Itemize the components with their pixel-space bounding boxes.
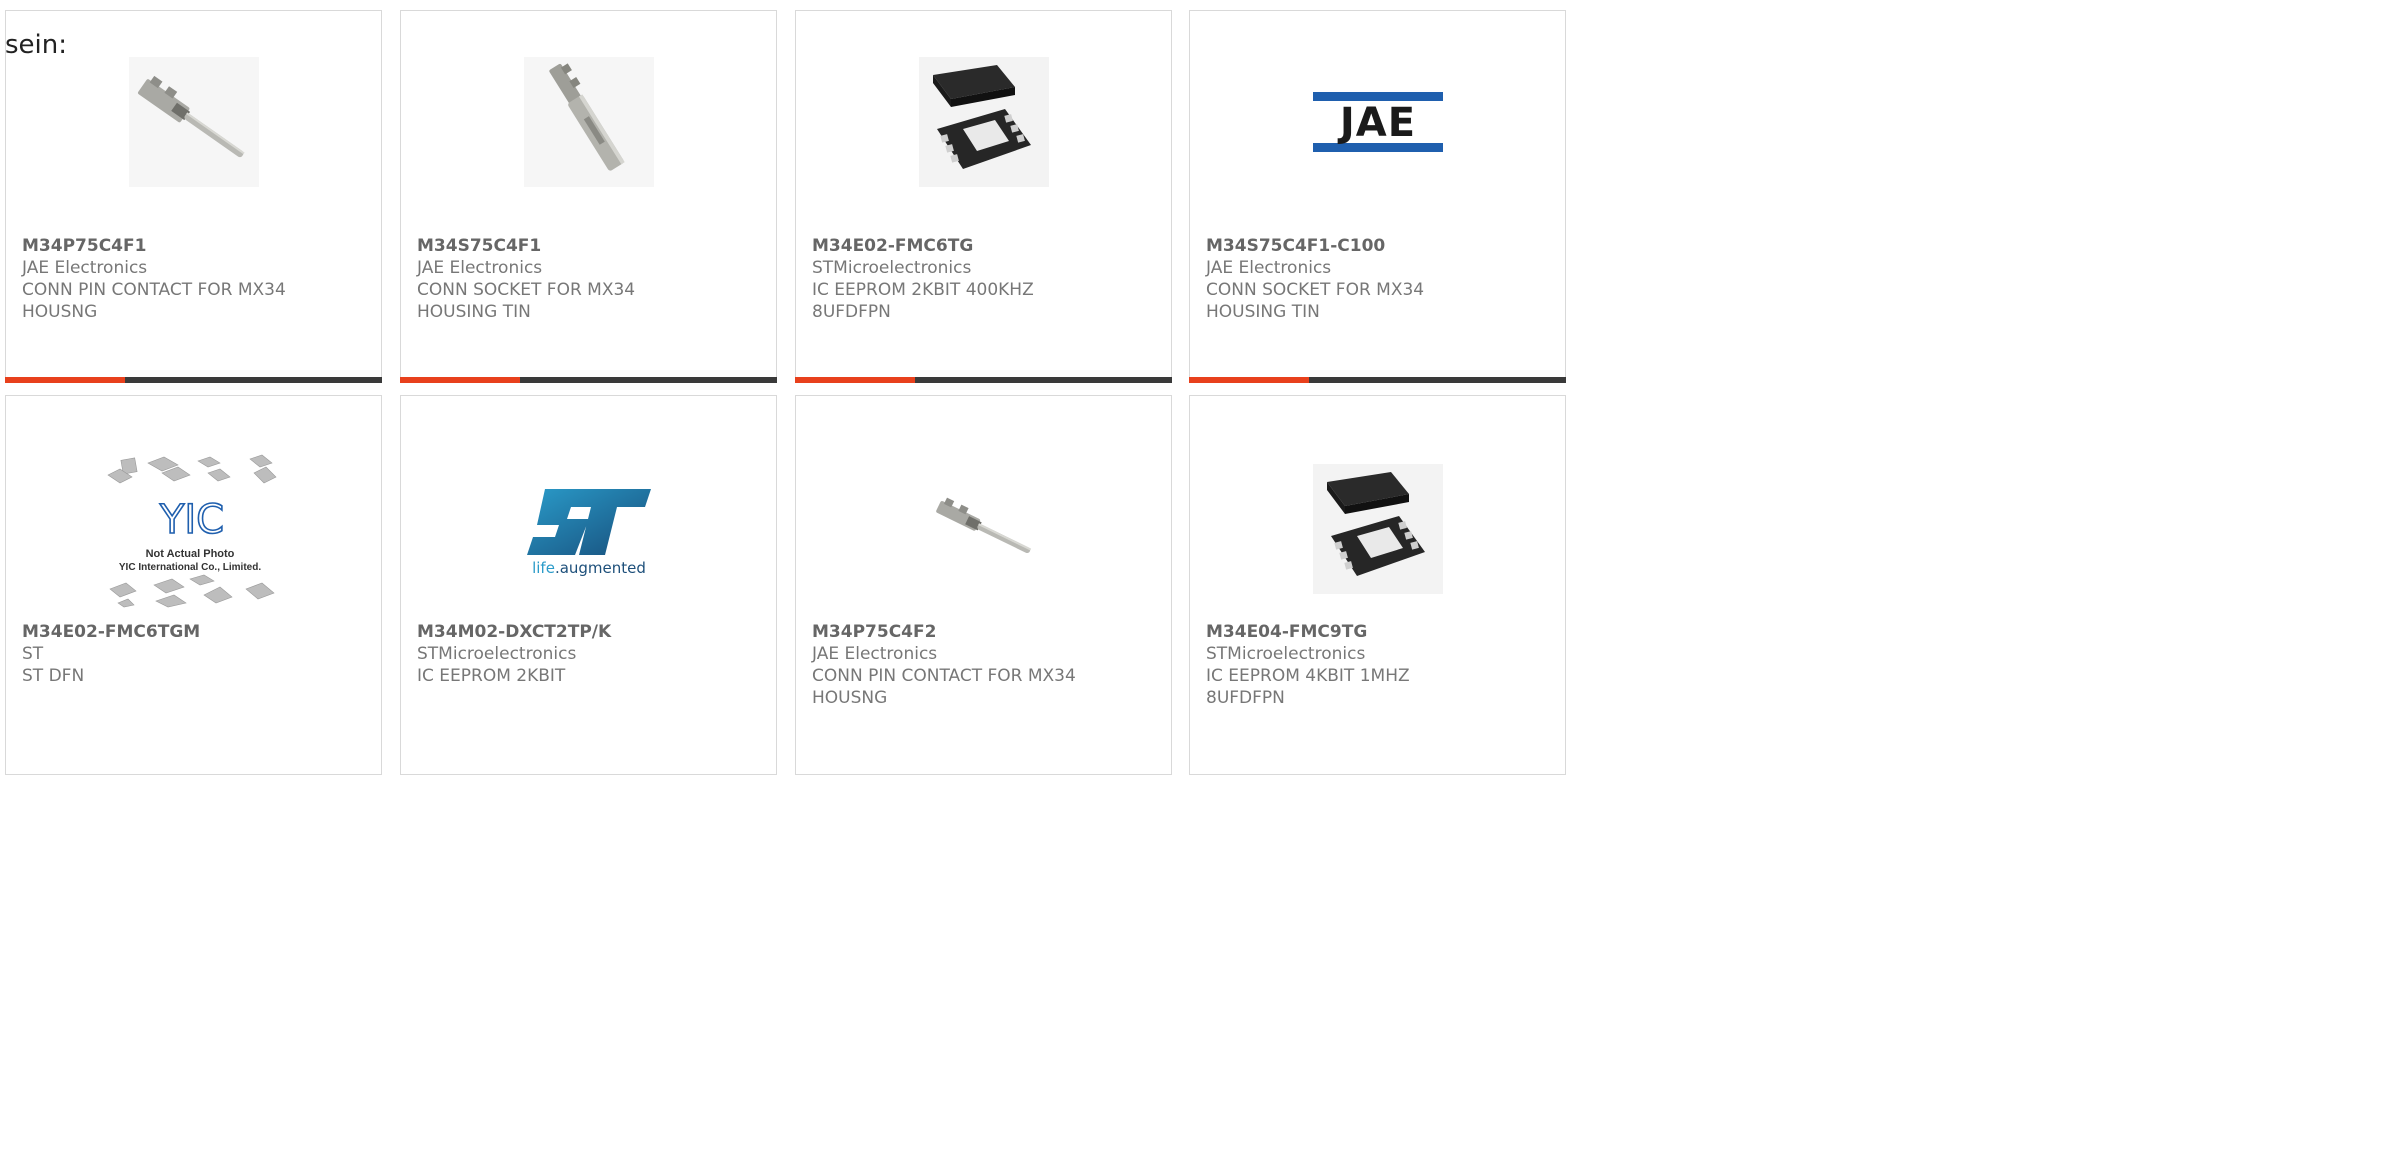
intro-text: sein: [5, 30, 68, 60]
product-info: M34E04-FMC9TG STMicroelectronics IC EEPR… [1206, 621, 1555, 709]
part-number[interactable]: M34P75C4F2 [812, 621, 1161, 643]
yic-logo-text: YIC [158, 497, 223, 543]
st-tagline-augmented: .augmented [554, 559, 645, 577]
product-card[interactable]: M34S75C4F1 JAE Electronics CONN SOCKET F… [400, 10, 777, 383]
st-tagline-life: life [532, 559, 555, 577]
manufacturer: STMicroelectronics [417, 644, 577, 664]
jae-logo-text: JAE [1336, 100, 1415, 146]
product-card[interactable]: M34E04-FMC9TG STMicroelectronics IC EEPR… [1189, 395, 1566, 775]
part-number[interactable]: M34E04-FMC9TG [1206, 621, 1555, 643]
product-info: M34P75C4F2 JAE Electronics CONN PIN CONT… [812, 621, 1161, 709]
card-bar [1189, 377, 1566, 383]
product-card[interactable]: M34P75C4F1 JAE Electronics CONN PIN CONT… [5, 10, 382, 383]
product-info: M34E02-FMC6TG STMicroelectronics IC EEPR… [812, 235, 1161, 323]
svg-text:life.augmented: life.augmented [532, 559, 646, 577]
product-card[interactable]: YIC Not Actual Photo YIC International C… [5, 395, 382, 775]
part-number[interactable]: M34S75C4F1 [417, 235, 766, 257]
description: CONN PIN CONTACT FOR MX34 HOUSNG [22, 280, 286, 322]
description: ST DFN [22, 666, 85, 686]
product-card[interactable]: JAE M34S75C4F1-C100 JAE Electronics CONN… [1189, 10, 1566, 383]
jae-logo[interactable]: JAE [1288, 55, 1468, 189]
manufacturer: STMicroelectronics [812, 258, 972, 278]
manufacturer: JAE Electronics [22, 258, 148, 278]
pin-contact-icon[interactable] [104, 55, 284, 189]
card-bar [5, 377, 382, 383]
socket-contact-icon[interactable] [499, 55, 679, 189]
description: CONN PIN CONTACT FOR MX34 HOUSNG [812, 666, 1076, 708]
yic-company: YIC International Co., Limited. [118, 562, 260, 573]
product-info: M34P75C4F1 JAE Electronics CONN PIN CONT… [22, 235, 371, 323]
manufacturer: ST [22, 644, 44, 664]
manufacturer: JAE Electronics [1206, 258, 1332, 278]
description: CONN SOCKET FOR MX34 HOUSING TIN [417, 280, 636, 322]
product-card[interactable]: life.augmented M34M02-DXCT2TP/K STMicroe… [400, 395, 777, 775]
description: CONN SOCKET FOR MX34 HOUSING TIN [1206, 280, 1425, 322]
yic-placeholder[interactable]: YIC Not Actual Photo YIC International C… [104, 444, 284, 614]
bar-accent [1189, 377, 1309, 383]
bar-accent [795, 377, 915, 383]
product-card[interactable]: M34E02-FMC6TG STMicroelectronics IC EEPR… [795, 10, 1172, 383]
bar-accent [400, 377, 520, 383]
st-logo[interactable]: life.augmented [499, 444, 679, 614]
manufacturer: JAE Electronics [417, 258, 543, 278]
product-info: M34M02-DXCT2TP/K STMicroelectronics IC E… [417, 621, 766, 687]
card-bar [795, 377, 1172, 383]
part-number[interactable]: M34E02-FMC6TG [812, 235, 1161, 257]
dfn-chip-icon[interactable] [894, 55, 1074, 189]
product-card[interactable]: M34P75C4F2 JAE Electronics CONN PIN CONT… [795, 395, 1172, 775]
manufacturer: JAE Electronics [812, 644, 938, 664]
description: IC EEPROM 2KBIT 400KHZ 8UFDFPN [812, 280, 1034, 322]
part-number[interactable]: M34E02-FMC6TGM [22, 621, 371, 643]
description: IC EEPROM 4KBIT 1MHZ 8UFDFPN [1206, 666, 1410, 708]
manufacturer: STMicroelectronics [1206, 644, 1366, 664]
part-number[interactable]: M34S75C4F1-C100 [1206, 235, 1555, 257]
product-info: M34E02-FMC6TGM ST ST DFN [22, 621, 371, 687]
bar-accent [5, 377, 125, 383]
product-info: M34S75C4F1-C100 JAE Electronics CONN SOC… [1206, 235, 1555, 323]
card-bar [400, 377, 777, 383]
not-actual-photo: Not Actual Photo [145, 548, 234, 560]
description: IC EEPROM 2KBIT [417, 666, 566, 686]
part-number[interactable]: M34P75C4F1 [22, 235, 371, 257]
dfn-chip-icon[interactable] [1288, 444, 1468, 614]
part-number[interactable]: M34M02-DXCT2TP/K [417, 621, 766, 643]
product-info: M34S75C4F1 JAE Electronics CONN SOCKET F… [417, 235, 766, 323]
pin-contact-icon[interactable] [894, 444, 1074, 614]
